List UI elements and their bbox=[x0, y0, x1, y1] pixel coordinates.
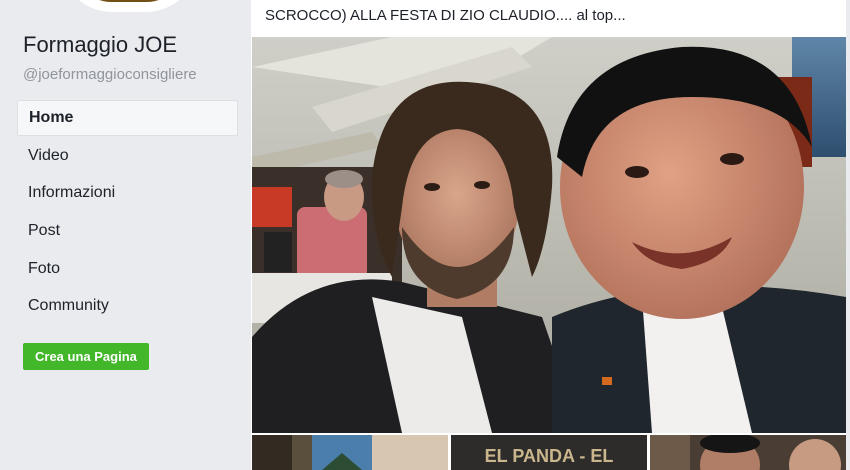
nav-item-video[interactable]: Video bbox=[17, 138, 238, 174]
post-card: SCROCCO) ALLA FESTA DI ZIO CLAUDIO.... a… bbox=[251, 0, 846, 470]
post-thumbnail-1[interactable] bbox=[252, 435, 448, 470]
nav-item-foto[interactable]: Foto bbox=[17, 251, 238, 287]
post-thumbnail-3[interactable] bbox=[650, 435, 846, 470]
profile-picture[interactable] bbox=[60, 0, 198, 12]
avatar bbox=[70, 0, 188, 2]
nav-item-post[interactable]: Post bbox=[17, 213, 238, 249]
nav-item-informazioni[interactable]: Informazioni bbox=[17, 175, 238, 211]
thumb-sign-text: EL PANDA - EL bbox=[485, 446, 614, 466]
right-gutter bbox=[846, 0, 850, 470]
create-page-button[interactable]: Crea una Pagina bbox=[23, 343, 149, 370]
post-thumbnail-2[interactable]: EL PANDA - EL bbox=[451, 435, 647, 470]
post-photo[interactable] bbox=[252, 37, 846, 433]
nav-item-community[interactable]: Community bbox=[17, 288, 238, 324]
post-text: SCROCCO) ALLA FESTA DI ZIO CLAUDIO.... a… bbox=[265, 7, 626, 24]
page-title[interactable]: Formaggio JOE bbox=[23, 32, 177, 58]
page-nav: Home Video Informazioni Post Foto Commun… bbox=[17, 100, 238, 326]
page-sidebar: Formaggio JOE @joeformaggioconsigliere H… bbox=[0, 0, 250, 470]
page-handle[interactable]: @joeformaggioconsigliere bbox=[23, 66, 197, 83]
nav-item-home[interactable]: Home bbox=[17, 100, 238, 136]
